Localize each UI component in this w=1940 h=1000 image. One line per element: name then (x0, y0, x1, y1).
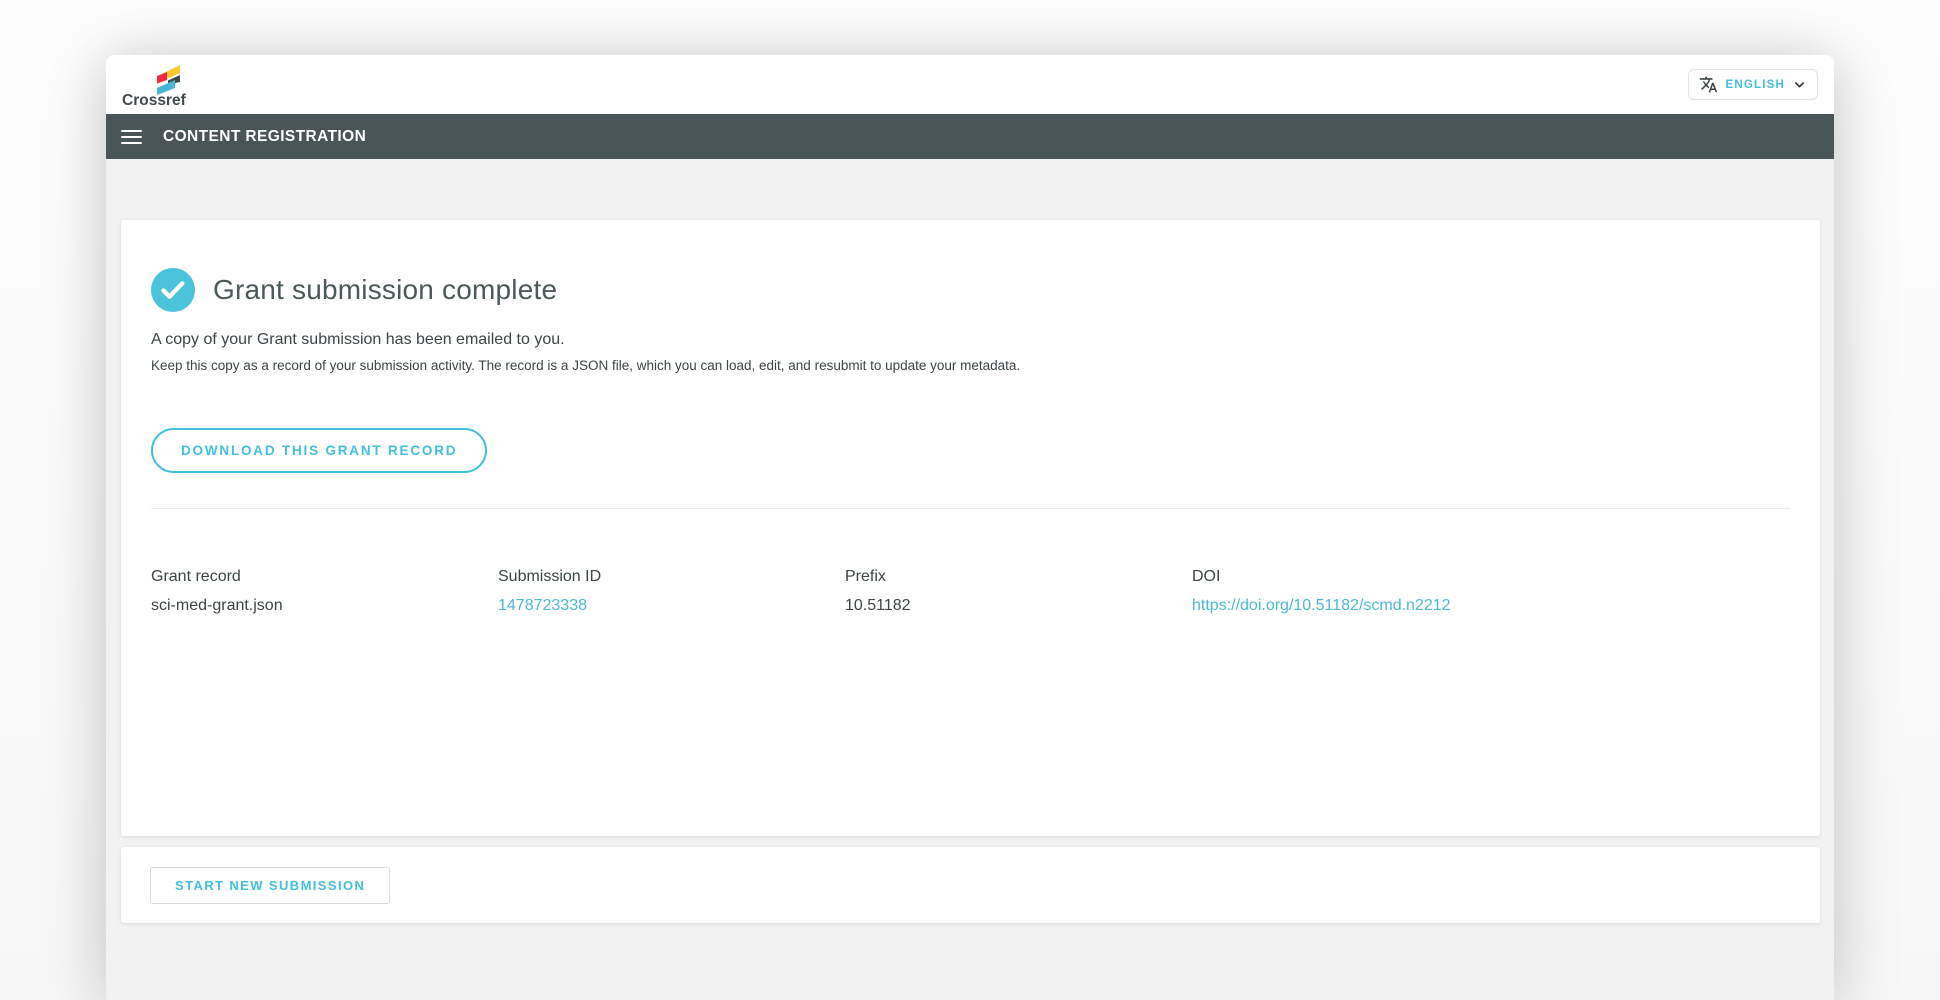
field-label: DOI (1192, 568, 1221, 585)
field-label: Grant record (151, 568, 241, 585)
heading-row: Grant submission complete (151, 268, 1790, 312)
message-primary: A copy of your Grant submission has been… (151, 331, 565, 348)
field-label: Submission ID (498, 568, 602, 585)
hamburger-menu-icon[interactable] (121, 126, 142, 148)
field-doi: DOI https://doi.org/10.51182/scmd.n2212 (1192, 568, 1790, 615)
top-header: Crossref ENGLISH (106, 55, 1834, 114)
doi-link[interactable]: https://doi.org/10.51182/scmd.n2212 (1192, 597, 1790, 615)
submission-id-link[interactable]: 1478723338 (498, 597, 845, 615)
grant-record-value: sci-med-grant.json (151, 597, 283, 614)
download-grant-record-button[interactable]: DOWNLOAD THIS GRANT RECORD (151, 428, 488, 473)
page-title: Grant submission complete (213, 274, 558, 305)
submission-fields: Grant record sci-med-grant.json Submissi… (151, 568, 1790, 615)
field-grant-record: Grant record sci-med-grant.json (151, 568, 498, 615)
crossref-logo-text: Crossref (122, 92, 186, 109)
check-circle-icon (151, 268, 195, 312)
footer-card: START NEW SUBMISSION (121, 847, 1820, 923)
translate-icon (1700, 76, 1718, 93)
chevron-down-icon (1794, 82, 1805, 88)
crossref-logo[interactable]: Crossref (122, 61, 186, 109)
app-window: Crossref ENGLISH CONTENT REGISTRATION Gr… (106, 55, 1834, 1000)
field-label: Prefix (845, 568, 886, 585)
start-new-submission-button[interactable]: START NEW SUBMISSION (150, 866, 391, 904)
field-submission-id: Submission ID 1478723338 (498, 568, 845, 615)
divider (151, 508, 1790, 509)
nav-bar: CONTENT REGISTRATION (106, 114, 1834, 159)
field-prefix: Prefix 10.51182 (845, 568, 1192, 615)
content-area: Grant submission complete A copy of your… (106, 159, 1834, 923)
language-selector[interactable]: ENGLISH (1688, 69, 1818, 100)
crossref-logo-icon: Crossref (122, 64, 186, 109)
prefix-value: 10.51182 (845, 597, 911, 614)
language-label: ENGLISH (1725, 78, 1785, 91)
message-secondary: Keep this copy as a record of your submi… (151, 358, 1021, 373)
submission-complete-card: Grant submission complete A copy of your… (121, 220, 1820, 836)
nav-title: CONTENT REGISTRATION (163, 127, 367, 145)
